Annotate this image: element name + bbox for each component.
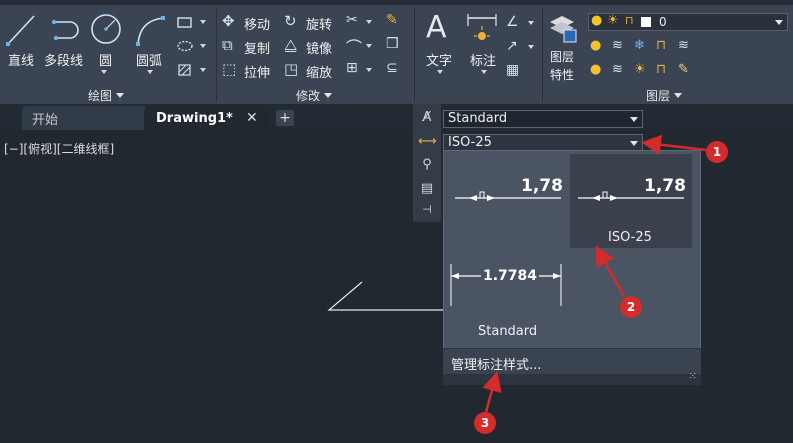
callout-badge-3: 3: [474, 412, 496, 434]
annotation-arrows: [482, 134, 707, 413]
callout-badge-1: 1: [706, 141, 728, 163]
callout-badge-2: 2: [620, 296, 642, 318]
